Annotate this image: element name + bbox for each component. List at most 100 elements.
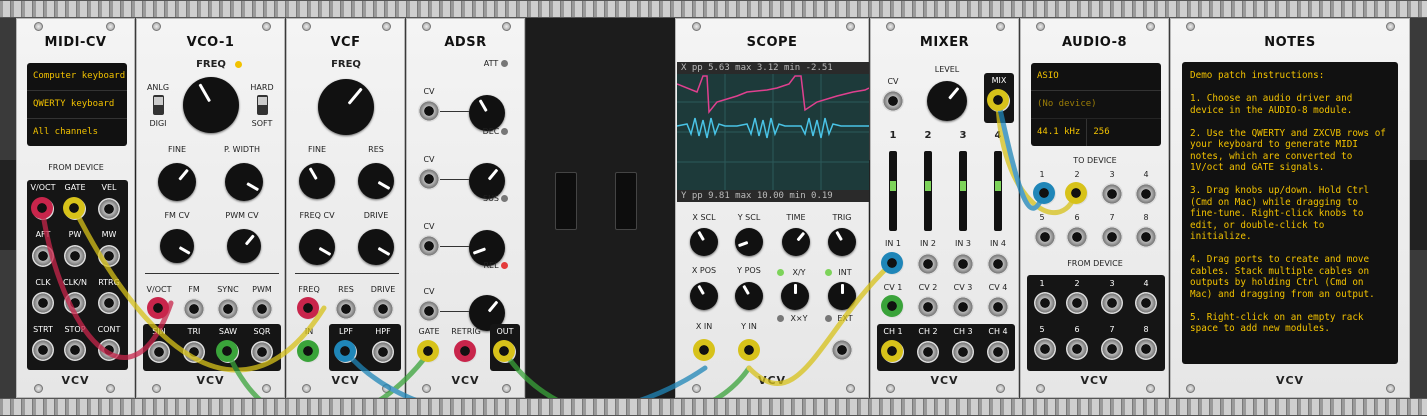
port-sqr-out[interactable]: [251, 341, 273, 363]
fine-knob[interactable]: [158, 163, 196, 201]
cv-label: CV: [423, 155, 435, 164]
port-sin-out[interactable]: [148, 341, 170, 363]
channel-1-fader[interactable]: [889, 151, 897, 231]
cable-plug[interactable]: [334, 340, 356, 362]
port-aft-out[interactable]: [32, 245, 54, 267]
channel-3-fader[interactable]: [959, 151, 967, 231]
notes-text-area[interactable]: Demo patch instructions: 1. Choose an au…: [1182, 62, 1398, 364]
audio-device[interactable]: (No device): [1031, 91, 1161, 119]
cable-plug[interactable]: [216, 340, 238, 362]
port-to-device-5[interactable]: [1034, 226, 1056, 248]
port-from-device-6[interactable]: [1066, 338, 1088, 360]
cutoff-knob[interactable]: [318, 79, 374, 135]
port-in-4[interactable]: [987, 253, 1009, 275]
port-sustain-cv[interactable]: [418, 235, 440, 257]
port-cv-2[interactable]: [917, 296, 939, 318]
port-decay-cv[interactable]: [418, 168, 440, 190]
port-cont-out[interactable]: [98, 339, 120, 361]
port-from-device-4[interactable]: [1135, 292, 1157, 314]
port-from-device-3[interactable]: [1101, 292, 1123, 314]
resonance-knob[interactable]: [358, 163, 394, 199]
port-fm-in[interactable]: [183, 298, 205, 320]
cable-plug[interactable]: [1033, 182, 1055, 204]
port-to-device-4[interactable]: [1135, 183, 1157, 205]
fine-label: FINE: [308, 145, 326, 154]
port-to-device-3[interactable]: [1101, 183, 1123, 205]
audio-device-display[interactable]: ASIO (No device) 44.1 kHz 256: [1031, 63, 1161, 146]
port-attack-cv[interactable]: [418, 100, 440, 122]
cable-plug[interactable]: [147, 297, 169, 319]
port-from-device-2[interactable]: [1066, 292, 1088, 314]
cable-plug[interactable]: [693, 339, 715, 361]
port-pw-out[interactable]: [64, 245, 86, 267]
audio-driver[interactable]: ASIO: [1031, 63, 1161, 91]
port-from-device-5[interactable]: [1034, 338, 1056, 360]
midi-channel-line[interactable]: All channels: [27, 119, 127, 146]
port-clk-out[interactable]: [32, 292, 54, 314]
fine-knob[interactable]: [299, 163, 335, 199]
fm-cv-knob[interactable]: [160, 229, 194, 263]
attack-knob[interactable]: [469, 95, 505, 131]
cable-plug[interactable]: [881, 340, 903, 362]
port-in-2[interactable]: [917, 253, 939, 275]
cable-plug[interactable]: [454, 340, 476, 362]
drive-knob[interactable]: [358, 229, 394, 265]
port-to-device-8[interactable]: [1135, 226, 1157, 248]
port-hpf-out[interactable]: [372, 341, 394, 363]
screw: [262, 22, 271, 31]
port-clkn-out[interactable]: [64, 292, 86, 314]
cable-plug[interactable]: [738, 339, 760, 361]
port-sync-in[interactable]: [217, 298, 239, 320]
cable-plug[interactable]: [881, 295, 903, 317]
port-vel-out[interactable]: [98, 198, 120, 220]
port-mw-out[interactable]: [98, 245, 120, 267]
sustain-label: SUS: [482, 194, 499, 203]
port-from-device-8[interactable]: [1135, 338, 1157, 360]
cable-plug[interactable]: [493, 340, 515, 362]
port-res-in[interactable]: [335, 298, 357, 320]
port-ch-3-out[interactable]: [952, 341, 974, 363]
pulse-width-knob[interactable]: [225, 163, 263, 201]
port-to-device-7[interactable]: [1101, 226, 1123, 248]
screw: [382, 22, 391, 31]
cable-plug[interactable]: [417, 340, 439, 362]
freq-cv-knob[interactable]: [299, 229, 335, 265]
port-drive-in[interactable]: [372, 298, 394, 320]
port-from-device-1[interactable]: [1034, 292, 1056, 314]
channel-2-fader[interactable]: [924, 151, 932, 231]
port-ch-2-out[interactable]: [917, 341, 939, 363]
port-cv-4[interactable]: [987, 296, 1009, 318]
pwm-cv-knob[interactable]: [227, 229, 261, 263]
cable-plug[interactable]: [31, 197, 53, 219]
midi-device-line[interactable]: QWERTY keyboard: [27, 91, 127, 119]
master-level-knob[interactable]: [927, 81, 967, 121]
block-size[interactable]: 256: [1087, 119, 1115, 146]
cable-plug[interactable]: [881, 252, 903, 274]
port-master-cv[interactable]: [882, 90, 904, 112]
port-stop-out[interactable]: [64, 339, 86, 361]
port-to-device-6[interactable]: [1066, 226, 1088, 248]
cable-plug[interactable]: [297, 297, 319, 319]
empty-rack-space[interactable]: [526, 18, 675, 398]
cable-plug[interactable]: [1065, 182, 1087, 204]
cable-plug[interactable]: [63, 197, 85, 219]
port-rtrg-out[interactable]: [98, 292, 120, 314]
port-tri-out[interactable]: [183, 341, 205, 363]
sample-rate[interactable]: 44.1 kHz: [1031, 119, 1088, 146]
module-title: AUDIO-8: [1061, 35, 1128, 50]
channel-4-fader[interactable]: [994, 151, 1002, 231]
port-strt-out[interactable]: [32, 339, 54, 361]
analog-digital-switch[interactable]: [153, 95, 164, 115]
port-cv-3[interactable]: [952, 296, 974, 318]
cable-plug[interactable]: [297, 340, 319, 362]
cable-plug[interactable]: [987, 89, 1009, 111]
midi-device-display[interactable]: Computer keyboard QWERTY keyboard All ch…: [27, 63, 127, 146]
midi-driver-line[interactable]: Computer keyboard: [27, 63, 127, 91]
freq-knob[interactable]: [183, 77, 239, 133]
hard-soft-switch[interactable]: [257, 95, 268, 115]
port-release-cv[interactable]: [418, 300, 440, 322]
port-from-device-7[interactable]: [1101, 338, 1123, 360]
port-pwm-in[interactable]: [251, 298, 273, 320]
port-in-3[interactable]: [952, 253, 974, 275]
port-ch-4-out[interactable]: [987, 341, 1009, 363]
